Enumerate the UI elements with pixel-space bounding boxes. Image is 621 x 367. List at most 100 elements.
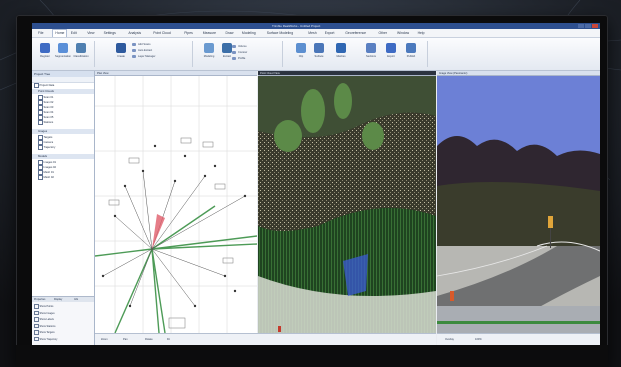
ribbon-button-label: Publish [406, 55, 416, 58]
checkbox-icon[interactable] [38, 135, 43, 140]
app-window: Trimble RealWorks - Untitled Project Fil… [32, 23, 600, 345]
props-row-label: Show Targets [39, 330, 55, 334]
menu-tab-measure[interactable]: Measure [201, 30, 218, 36]
project-tree-panel: Project Tree Project Data Point Clouds Sca… [32, 71, 95, 345]
tree-item-label: Scan 01 [43, 95, 54, 99]
menu-tab-help[interactable]: Help [416, 30, 427, 36]
menu-tab-edit[interactable]: Edit [69, 30, 79, 36]
tree-group-models[interactable]: Models [32, 154, 94, 159]
checkbox-icon[interactable] [38, 105, 43, 110]
checkbox-icon[interactable] [38, 115, 43, 120]
menu-tab-mesh[interactable]: Mesh [306, 30, 318, 36]
tree-item-label: Scan 03 [43, 105, 54, 109]
image-view[interactable]: Image View (Panoramic) [437, 71, 600, 345]
checkbox-icon[interactable] [34, 336, 39, 341]
ribbon-export-button[interactable]: Export [382, 41, 400, 65]
ribbon-small-auto-extract[interactable]: Auto Extract [132, 48, 152, 53]
checkbox-icon[interactable] [34, 317, 39, 322]
props-row[interactable]: Show Images [34, 310, 55, 316]
tree-item[interactable]: Trajectory [38, 145, 55, 150]
checkbox-icon[interactable] [38, 145, 43, 150]
ribbon-small-contour[interactable]: Contour [232, 50, 247, 55]
ribbon-small-add-scans[interactable]: Add Scans [132, 42, 151, 47]
create-icon [116, 43, 126, 53]
tree-item-label: Stations [43, 120, 54, 124]
tree-item-label: Mesh 02 [43, 175, 54, 179]
checkbox-icon[interactable] [38, 95, 43, 100]
status-rotate-button[interactable]: Rotate [145, 337, 153, 343]
menu-tab-window[interactable]: Window [395, 30, 411, 36]
camera-image [437, 76, 600, 338]
checkbox-icon[interactable] [34, 83, 39, 88]
checkbox-icon[interactable] [38, 120, 43, 125]
props-tab-properties[interactable]: Properties [33, 297, 46, 302]
checkbox-icon[interactable] [34, 323, 39, 328]
checkbox-icon[interactable] [38, 170, 43, 175]
ribbon-sections-button[interactable]: Sections [362, 41, 380, 65]
ribbon-separator [427, 41, 428, 67]
tree-group-point-clouds[interactable]: Point Clouds [32, 89, 94, 94]
menu-tab-analysis[interactable]: Analysis [126, 30, 143, 36]
props-tab-info[interactable]: Info [73, 297, 79, 302]
monitor-chin [16, 345, 608, 367]
checkbox-icon[interactable] [38, 165, 43, 170]
checkbox-icon[interactable] [38, 140, 43, 145]
ribbon-classification-button[interactable]: Classification [72, 41, 90, 65]
menu-tab-file[interactable]: File [36, 30, 45, 36]
props-row[interactable]: Show Trajectory [34, 336, 57, 342]
checkbox-icon[interactable] [34, 310, 39, 315]
tree-root[interactable]: Project Data [34, 83, 54, 88]
image-status-item[interactable]: 100% [475, 337, 482, 343]
menu-tab-view[interactable]: View [85, 30, 96, 36]
maximize-button[interactable] [585, 24, 591, 28]
checkbox-icon[interactable] [34, 330, 39, 335]
menu-tab-other[interactable]: Other [377, 30, 389, 36]
minimize-button[interactable] [578, 24, 584, 28]
menu-tab-surface-modeling[interactable]: Surface Modeling [265, 30, 295, 36]
props-row[interactable]: Show Stations [34, 323, 55, 329]
plan-view[interactable]: Plan View [95, 71, 257, 333]
menu-tab-pipes[interactable]: Pipes [182, 30, 194, 36]
props-row[interactable]: Show Labels [34, 317, 54, 322]
ribbon-button-label: Segmentation [54, 55, 71, 58]
status-zoom-button[interactable]: Zoom [101, 337, 108, 343]
image-status-item[interactable]: Overlay [445, 337, 454, 343]
checkbox-icon[interactable] [38, 160, 43, 165]
ribbon-modeling-button[interactable]: Modeling [200, 41, 218, 65]
ribbon-meshes-button[interactable]: Meshes [332, 41, 350, 65]
ribbon-small-layer-manager[interactable]: Layer Manager [132, 54, 155, 59]
checkbox-icon[interactable] [38, 100, 43, 105]
menu-tab-draw[interactable]: Draw [224, 30, 236, 36]
menu-tab-georeference[interactable]: Georeference [343, 30, 368, 36]
ribbon-surface-button[interactable]: Surface [310, 41, 328, 65]
status-fit-button[interactable]: Fit [167, 337, 170, 343]
ribbon-small-volume[interactable]: Volume [232, 44, 247, 49]
props-tab-display[interactable]: Display [53, 297, 63, 302]
checkbox-icon[interactable] [34, 304, 39, 309]
close-button[interactable] [592, 24, 598, 28]
ribbon-separator [94, 41, 95, 67]
status-pan-button[interactable]: Pan [123, 337, 128, 343]
ribbon-segmentation-button[interactable]: Segmentation [54, 41, 72, 65]
menu-tab-home[interactable]: Home [52, 29, 68, 37]
props-row[interactable]: Show Points [34, 304, 53, 309]
ribbon-button-label: Meshes [336, 55, 346, 58]
tree-item-label: Scan 02 [43, 100, 54, 104]
menu-tab-settings[interactable]: Settings [102, 30, 118, 36]
checkbox-icon[interactable] [38, 175, 43, 180]
point-cloud-view[interactable]: Point Cloud View [258, 71, 436, 345]
ribbon-clip-button[interactable]: Clip [292, 41, 310, 65]
menu-tab-modeling[interactable]: Modeling [240, 30, 258, 36]
menu-tab-export[interactable]: Export [323, 30, 337, 36]
tree-item[interactable]: Mesh 02 [38, 175, 54, 180]
props-row[interactable]: Show Targets [34, 330, 55, 335]
ribbon-publish-button[interactable]: Publish [402, 41, 420, 65]
ribbon-register-button[interactable]: Register [36, 41, 54, 65]
checkbox-icon[interactable] [38, 110, 43, 115]
tree-group-images[interactable]: Images [32, 129, 94, 134]
point-cloud-canvas [258, 76, 436, 345]
ribbon-small-profile[interactable]: Profile [232, 56, 245, 61]
tree-item[interactable]: Stations [38, 120, 53, 125]
menu-tab-point-cloud[interactable]: Point Cloud [151, 30, 173, 36]
ribbon-create-button[interactable]: Create [112, 41, 130, 65]
